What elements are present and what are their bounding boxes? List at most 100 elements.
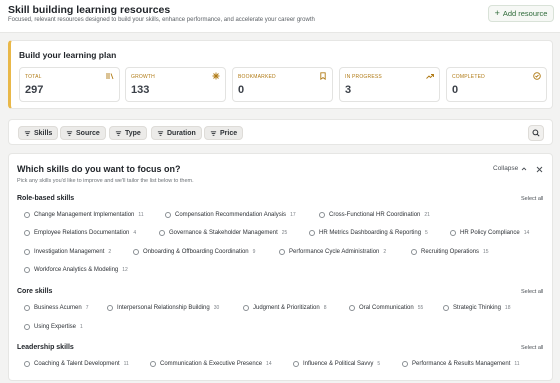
skill-option[interactable]: Judgment & Prioritization 8 xyxy=(243,301,326,314)
stat-total[interactable]: TOTAL 297 xyxy=(19,67,120,102)
radio-circle xyxy=(279,248,285,255)
search-icon xyxy=(532,129,540,137)
stat-completed[interactable]: COMPLETED 0 xyxy=(446,67,547,102)
skill-count: 17 xyxy=(290,211,296,218)
skill-option[interactable]: Change Management Implementation 11 xyxy=(24,208,144,221)
chevron-up-icon xyxy=(521,166,527,170)
stat-label: GROWTH xyxy=(131,74,155,80)
skill-option[interactable]: Using Expertise 1 xyxy=(24,320,83,333)
radio-circle xyxy=(165,211,171,218)
skill-count: 11 xyxy=(123,360,129,367)
skill-count: 5 xyxy=(425,229,428,236)
collapse-button[interactable]: Collapse xyxy=(493,165,527,172)
stat-label: BOOKMARKED xyxy=(238,74,276,80)
radio-circle xyxy=(24,229,30,236)
page-subtitle: Focused, relevant resources designed to … xyxy=(8,17,315,23)
radio-circle xyxy=(24,248,30,255)
skill-option[interactable]: Recruiting Operations 15 xyxy=(411,245,489,258)
skills-panel-title: Which skills do you want to focus on? xyxy=(17,164,181,174)
skill-option[interactable]: Communication & Executive Presence 14 xyxy=(150,357,272,370)
skill-option[interactable]: Strategic Thinking 18 xyxy=(443,301,510,314)
skill-count: 2 xyxy=(108,248,112,255)
skill-label: Interpersonal Relationship Building xyxy=(117,304,210,311)
skill-option[interactable]: HR Policy Compliance 14 xyxy=(450,226,529,239)
skill-count: 11 xyxy=(514,360,520,367)
skill-label: Coaching & Talent Development xyxy=(34,360,120,367)
skill-label: Employee Relations Documentation xyxy=(34,229,130,236)
filter-price-button[interactable]: Price xyxy=(204,126,244,140)
filter-label: Duration xyxy=(167,129,196,137)
select-all-leadership[interactable]: Select all xyxy=(521,345,543,351)
stat-in-progress[interactable]: IN PROGRESS 3 xyxy=(339,67,440,102)
skill-option[interactable]: Investigation Management 2 xyxy=(24,245,111,258)
learning-plan-card: Build your learning plan TOTAL 297 GROWT… xyxy=(8,40,553,109)
filter-label: Skills xyxy=(34,129,53,137)
stat-value: 0 xyxy=(452,84,459,96)
radio-circle xyxy=(24,211,30,218)
add-resource-label: Add resource xyxy=(502,9,548,18)
skill-option[interactable]: Onboarding & Offboarding Coordination 9 xyxy=(133,245,255,258)
trend-up-icon xyxy=(426,72,434,80)
skill-option[interactable]: Cross-Functional HR Coordination 21 xyxy=(319,208,430,221)
skill-option[interactable]: Oral Communication 55 xyxy=(349,301,423,314)
filter-label: Type xyxy=(125,129,141,137)
skill-count: 18 xyxy=(504,304,511,311)
skill-count: 55 xyxy=(417,304,424,311)
section-title-role-based: Role-based skills xyxy=(17,195,75,202)
stat-growth[interactable]: GROWTH 133 xyxy=(125,67,226,102)
filter-type-button[interactable]: Type xyxy=(109,126,147,140)
page-title: Skill building learning resources xyxy=(8,4,171,16)
skill-label: Oral Communication xyxy=(359,304,414,311)
skill-option[interactable]: Interpersonal Relationship Building 30 xyxy=(107,301,219,314)
skill-label: Workforce Analytics & Modeling xyxy=(34,266,119,273)
radio-circle xyxy=(349,304,355,311)
filter-lines-icon xyxy=(157,130,164,136)
search-button[interactable] xyxy=(528,125,544,141)
radio-circle xyxy=(450,229,456,236)
radio-circle xyxy=(309,229,315,236)
skill-option[interactable]: Performance & Results Management 11 xyxy=(402,357,520,370)
skill-label: Recruiting Operations xyxy=(421,248,480,255)
filter-lines-icon xyxy=(115,130,122,136)
filter-skills-button[interactable]: Skills xyxy=(18,126,59,140)
skill-count: 7 xyxy=(85,304,89,311)
radio-circle xyxy=(159,229,165,236)
skill-label: Performance Cycle Administration xyxy=(289,248,380,255)
close-button[interactable] xyxy=(534,164,544,174)
sparkle-icon xyxy=(212,72,220,80)
filter-source-button[interactable]: Source xyxy=(60,126,106,140)
library-icon xyxy=(106,72,114,80)
skill-label: Using Expertise xyxy=(34,323,77,330)
stat-value: 3 xyxy=(345,84,352,96)
skill-label: Strategic Thinking xyxy=(453,304,501,311)
collapse-label: Collapse xyxy=(493,165,519,172)
skill-count: 11 xyxy=(138,211,144,218)
filter-lines-icon xyxy=(24,130,31,136)
filter-duration-button[interactable]: Duration xyxy=(151,126,202,140)
skill-option[interactable]: Workforce Analytics & Modeling 12 xyxy=(24,263,128,276)
radio-circle xyxy=(402,360,408,367)
skill-count: 21 xyxy=(424,211,430,218)
stat-bookmarked[interactable]: BOOKMARKED 0 xyxy=(232,67,333,102)
stat-label: TOTAL xyxy=(25,74,42,80)
skill-count: 14 xyxy=(523,229,530,236)
filter-lines-icon xyxy=(210,130,217,136)
section-title-leadership: Leadership skills xyxy=(17,344,74,351)
skill-option[interactable]: Compensation Recommendation Analysis 17 xyxy=(165,208,296,221)
skill-option[interactable]: Governance & Stakeholder Management 25 xyxy=(159,226,287,239)
skill-label: Performance & Results Management xyxy=(412,360,511,367)
skill-option[interactable]: Performance Cycle Administration 2 xyxy=(279,245,386,258)
skill-option[interactable]: Influence & Political Savvy 5 xyxy=(293,357,380,370)
skill-option[interactable]: HR Metrics Dashboarding & Reporting 5 xyxy=(309,226,428,239)
skill-label: Judgment & Prioritization xyxy=(253,304,320,311)
select-all-role-based[interactable]: Select all xyxy=(521,196,543,202)
radio-circle xyxy=(243,304,249,311)
skill-option[interactable]: Coaching & Talent Development 11 xyxy=(24,357,129,370)
radio-circle xyxy=(443,304,449,311)
select-all-core[interactable]: Select all xyxy=(521,289,543,295)
stat-label: IN PROGRESS xyxy=(345,74,382,80)
add-resource-button[interactable]: + Add resource xyxy=(488,5,554,22)
skill-option[interactable]: Business Acumen 7 xyxy=(24,301,88,314)
skill-option[interactable]: Employee Relations Documentation 4 xyxy=(24,226,136,239)
page-header: Skill building learning resources Focuse… xyxy=(0,0,560,33)
